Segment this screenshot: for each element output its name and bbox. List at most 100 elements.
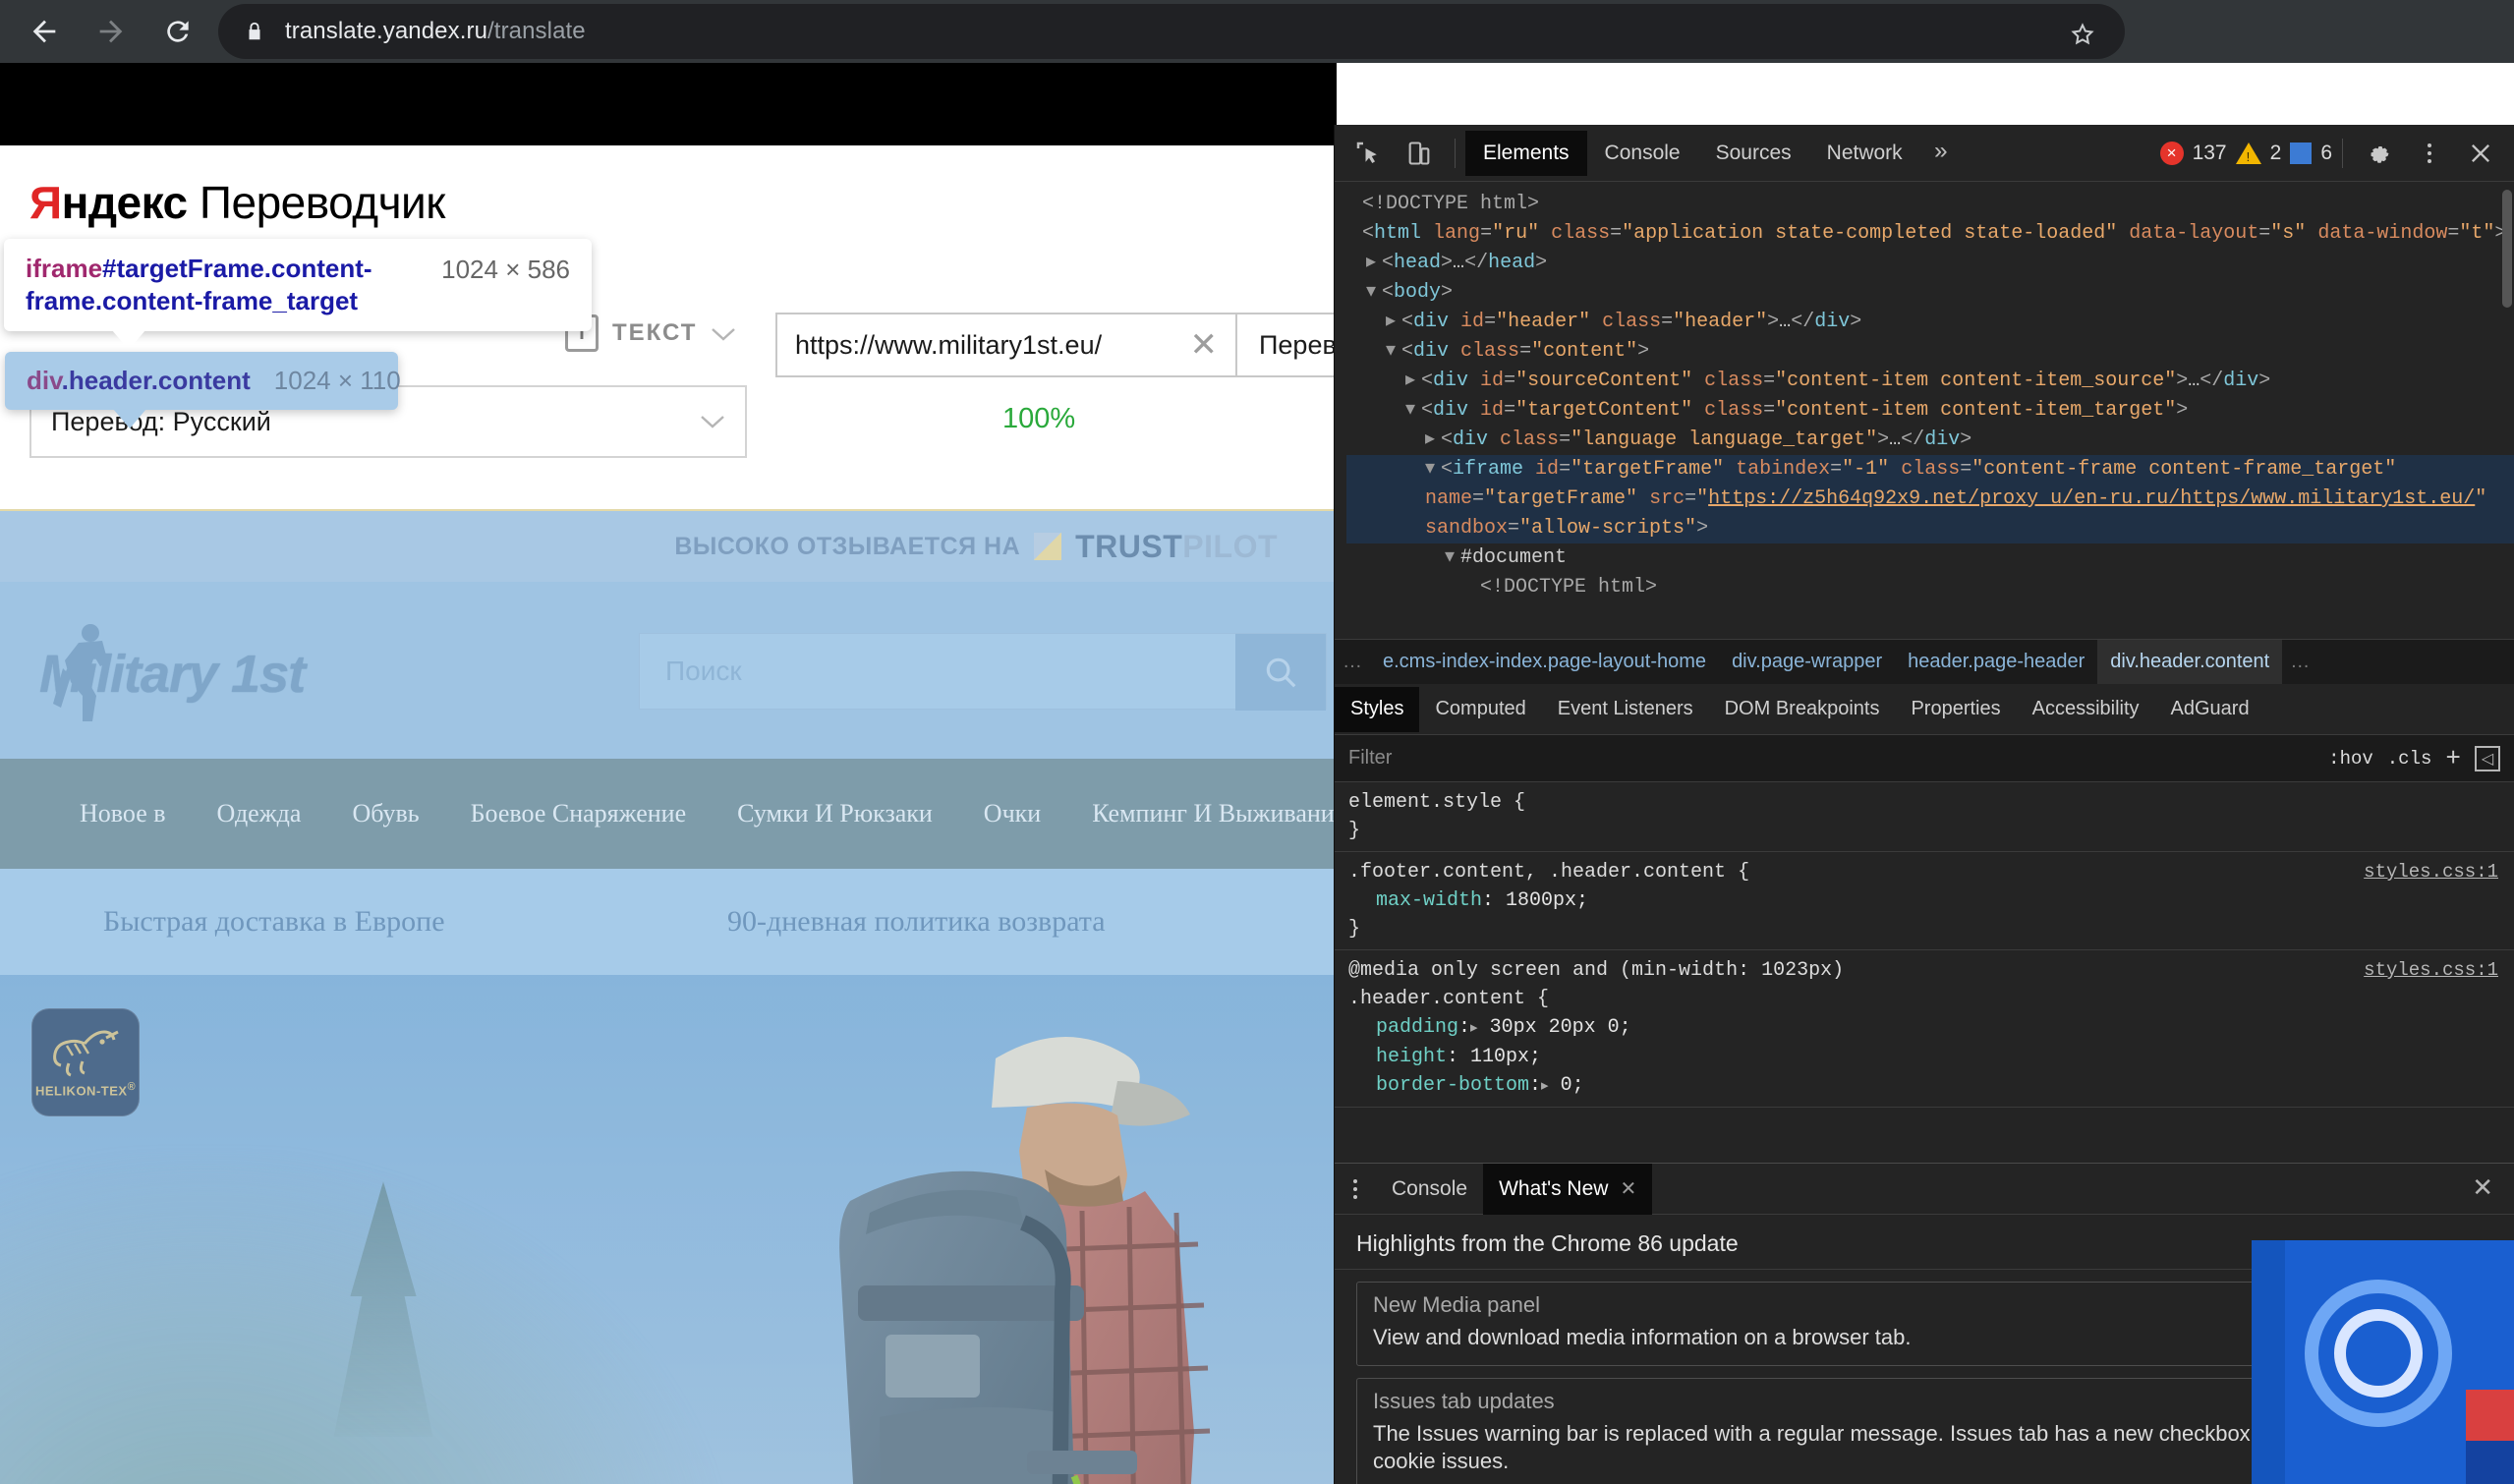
- issue-counters[interactable]: × 137 ! 2 6: [2159, 141, 2332, 165]
- css-value[interactable]: 110px;: [1458, 1046, 1541, 1068]
- tab-styles[interactable]: Styles: [1335, 686, 1420, 732]
- collapse-triangle-icon[interactable]: ▾: [1445, 543, 1460, 573]
- back-button[interactable]: [14, 1, 75, 62]
- expand-triangle-icon[interactable]: ▸: [1366, 249, 1382, 278]
- drawer-tab-console[interactable]: Console: [1376, 1164, 1483, 1215]
- css-value[interactable]: 0;: [1549, 1074, 1584, 1097]
- hover-state-toggle[interactable]: :hov: [2328, 748, 2373, 770]
- breadcrumb-item-current[interactable]: div.header.content: [2097, 640, 2283, 684]
- css-selector[interactable]: .footer.content, .header.content {: [1348, 858, 2500, 886]
- tab-sources[interactable]: Sources: [1698, 131, 1809, 176]
- css-declaration[interactable]: padding:▸ 30px 20px 0;: [1348, 1013, 2500, 1043]
- dom-node-line[interactable]: ▸ <head>…</head>: [1346, 249, 2514, 278]
- new-style-rule-button[interactable]: +: [2445, 744, 2461, 773]
- css-value[interactable]: 1800px;: [1494, 889, 1588, 912]
- clear-url-icon[interactable]: ✕: [1190, 328, 1219, 362]
- tab-adguard[interactable]: AdGuard: [2155, 687, 2265, 732]
- collapse-triangle-icon[interactable]: ▾: [1405, 396, 1421, 426]
- tab-event-listeners[interactable]: Event Listeners: [1542, 687, 1709, 732]
- css-declaration[interactable]: border-bottom:▸ 0;: [1348, 1071, 2500, 1101]
- chevron-down-icon[interactable]: [700, 414, 725, 429]
- inspect-element-button[interactable]: [1343, 131, 1394, 176]
- site-search-button[interactable]: [1235, 634, 1326, 711]
- settings-button[interactable]: [2353, 131, 2404, 176]
- military1st-logo[interactable]: Military 1st: [39, 615, 432, 733]
- collapse-triangle-icon[interactable]: ▾: [1366, 278, 1382, 308]
- collapse-triangle-icon[interactable]: ▾: [1386, 337, 1401, 367]
- css-declaration[interactable]: height: 110px;: [1348, 1043, 2500, 1071]
- dom-node-line[interactable]: <!DOCTYPE html>: [1346, 573, 2514, 602]
- dom-node-line[interactable]: ▾ <iframe id="targetFrame" tabindex="-1" …: [1346, 455, 2514, 543]
- expand-triangle-icon[interactable]: ▸: [1405, 367, 1421, 396]
- breadcrumb-overflow-left[interactable]: …: [1335, 651, 1370, 673]
- styles-filter-input[interactable]: Filter: [1348, 747, 2314, 770]
- collapse-triangle-icon[interactable]: ▾: [1425, 455, 1441, 485]
- dom-node-line[interactable]: ▾ <body>: [1346, 278, 2514, 308]
- css-rule[interactable]: styles.css:1 @media only screen and (min-…: [1335, 950, 2514, 1108]
- dom-node-line[interactable]: <!DOCTYPE html>: [1346, 190, 2514, 219]
- dom-node-line[interactable]: ▾ #document: [1346, 543, 2514, 573]
- more-tabs-icon[interactable]: »: [1920, 140, 1962, 166]
- drawer-tab-close-icon[interactable]: ✕: [1620, 1176, 1636, 1201]
- address-bar[interactable]: translate.yandex.ru/translate: [218, 4, 2125, 59]
- dom-tree[interactable]: <!DOCTYPE html> <html lang="ru" class="a…: [1335, 182, 2514, 639]
- breadcrumb-item[interactable]: div.page-wrapper: [1719, 651, 1895, 673]
- drawer-close-button[interactable]: ✕: [2472, 1173, 2514, 1204]
- dom-node-line[interactable]: ▸ <div id="sourceContent" class="content-…: [1346, 367, 2514, 396]
- drawer-kebab-icon[interactable]: [1335, 1178, 1376, 1199]
- class-toggle[interactable]: .cls: [2387, 748, 2432, 770]
- css-property[interactable]: border-bottom: [1348, 1074, 1529, 1097]
- css-property[interactable]: padding: [1348, 1016, 1458, 1039]
- expand-triangle-icon[interactable]: ▸: [1470, 1014, 1478, 1043]
- nav-item[interactable]: Боевое Снаряжение: [445, 799, 713, 828]
- tab-properties[interactable]: Properties: [1895, 687, 2016, 732]
- tab-accessibility[interactable]: Accessibility: [2017, 687, 2155, 732]
- css-rule[interactable]: element.style {}: [1335, 782, 2514, 852]
- tab-elements[interactable]: Elements: [1465, 130, 1587, 176]
- nav-item[interactable]: Кемпинг И Выживание: [1066, 799, 1337, 828]
- translate-button[interactable]: Перевести: [1237, 313, 1337, 377]
- tab-computed[interactable]: Computed: [1419, 687, 1541, 732]
- breadcrumb-item[interactable]: header.page-header: [1895, 651, 2097, 673]
- nav-item[interactable]: Одежда: [192, 799, 327, 828]
- devtools-kebab-button[interactable]: [2404, 131, 2455, 176]
- translate-url-input-wrap[interactable]: https://www.military1st.eu/ ✕: [775, 313, 1237, 377]
- yandex-logo[interactable]: Яндекс Переводчик: [29, 177, 445, 228]
- css-value[interactable]: 30px 20px 0;: [1478, 1016, 1631, 1039]
- css-property[interactable]: max-width: [1348, 889, 1482, 912]
- styles-rules[interactable]: element.style {} styles.css:1 .footer.cont…: [1335, 782, 2514, 1128]
- tab-network[interactable]: Network: [1809, 131, 1920, 176]
- nav-item[interactable]: Очки: [958, 799, 1066, 828]
- dom-node-line[interactable]: ▸ <div id="header" class="header">…</div>: [1346, 308, 2514, 337]
- breadcrumb-overflow-right[interactable]: …: [2282, 651, 2317, 673]
- dom-tree-scrollbar[interactable]: [2502, 190, 2512, 308]
- dom-node-line[interactable]: ▾ <div class="content">: [1346, 337, 2514, 367]
- dom-node-line[interactable]: <html lang="ru" class="application state…: [1346, 219, 2514, 249]
- tab-console[interactable]: Console: [1587, 131, 1698, 176]
- expand-triangle-icon[interactable]: ▸: [1425, 426, 1441, 455]
- nav-item[interactable]: Новое в: [54, 799, 192, 828]
- css-property[interactable]: height: [1348, 1046, 1447, 1068]
- translate-url-input[interactable]: https://www.military1st.eu/: [795, 330, 1190, 361]
- css-rule[interactable]: styles.css:1 .footer.content, .header.con…: [1335, 852, 2514, 950]
- toggle-sidebar-icon[interactable]: ◁: [2475, 745, 2500, 771]
- expand-triangle-icon[interactable]: ▸: [1386, 308, 1401, 337]
- tab-dom-breakpoints[interactable]: DOM Breakpoints: [1709, 687, 1896, 732]
- css-declaration[interactable]: max-width: 1800px;: [1348, 886, 2500, 915]
- drawer-tab-whats-new[interactable]: What's New ✕: [1483, 1163, 1653, 1215]
- hero-banner[interactable]: HELIKON-TEX® ELEVATION BACKP: [0, 975, 1337, 1484]
- chevron-down-icon[interactable]: [711, 320, 736, 346]
- dom-node-line[interactable]: ▸ <div class="language language_target">……: [1346, 426, 2514, 455]
- breadcrumb-item[interactable]: e.cms-index-index.page-layout-home: [1370, 651, 1719, 673]
- devtools-close-button[interactable]: [2455, 131, 2506, 176]
- nav-item[interactable]: Сумки И Рюкзаки: [712, 799, 958, 828]
- css-selector[interactable]: .header.content {: [1348, 985, 2500, 1013]
- css-selector[interactable]: element.style {: [1348, 788, 2500, 817]
- nav-item[interactable]: Обувь: [326, 799, 444, 828]
- device-toolbar-button[interactable]: [1394, 131, 1445, 176]
- bookmark-star-icon[interactable]: [2068, 20, 2097, 49]
- reload-button[interactable]: [147, 1, 208, 62]
- css-rule-source[interactable]: styles.css:1: [2364, 956, 2498, 985]
- css-rule-source[interactable]: styles.css:1: [2364, 858, 2498, 886]
- expand-triangle-icon[interactable]: ▸: [1541, 1072, 1549, 1101]
